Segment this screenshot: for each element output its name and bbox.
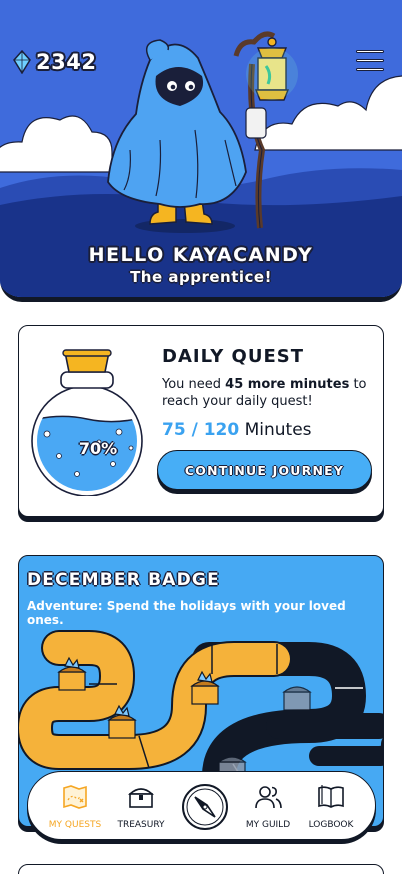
daily-quest-progress: 75 / 120 Minutes	[162, 420, 312, 440]
gem-count: 2342	[36, 50, 97, 74]
nav-my-quests[interactable]: MY QUESTS	[48, 772, 102, 841]
bottom-nav: MY QUESTS TREASURY MY GUILD LOGBOOK	[27, 771, 376, 840]
badge-title: DECEMBER BADGE	[27, 570, 220, 590]
continue-journey-button[interactable]: CONTINUE JOURNEY	[157, 450, 372, 490]
book-icon	[318, 785, 344, 808]
chest-icon	[128, 788, 154, 808]
progress-unit: Minutes	[244, 420, 312, 440]
hero-banner: 2342 HELLO KAYACANDY The apprentice!	[0, 0, 402, 302]
gem-icon	[13, 50, 31, 74]
rank-title: The apprentice!	[130, 268, 272, 286]
nav-label: MY GUILD	[245, 820, 291, 830]
potion-percent: 70%	[78, 439, 118, 458]
potion-progress-icon	[31, 349, 143, 496]
nav-treasury[interactable]: TREASURY	[116, 772, 166, 841]
badge-subtitle: Adventure: Spend the holidays with your …	[27, 599, 346, 627]
nav-my-guild[interactable]: MY GUILD	[242, 772, 294, 841]
daily-quest-description: You need 45 more minutes to reach your d…	[162, 376, 372, 410]
next-card	[18, 864, 384, 874]
hamburger-menu-button[interactable]	[354, 48, 386, 74]
desc-prefix: You need	[162, 377, 226, 392]
hamburger-menu-icon	[356, 50, 384, 53]
greeting-text: HELLO KAYACANDY	[88, 244, 314, 266]
home-screen: 2342 HELLO KAYACANDY The apprentice! 70%…	[0, 0, 402, 874]
menu-line	[356, 59, 384, 62]
greeting-block: HELLO KAYACANDY The apprentice!	[0, 244, 402, 286]
treasure-map-icon	[63, 785, 87, 809]
guild-people-icon	[255, 786, 282, 809]
compass-icon[interactable]	[181, 783, 229, 831]
progress-numbers: 75 / 120	[162, 420, 240, 440]
desc-minutes-left: 45 more minutes	[225, 377, 350, 392]
nav-label: MY QUESTS	[48, 820, 102, 830]
menu-line	[356, 68, 384, 71]
daily-quest-title: DAILY QUEST	[162, 346, 304, 367]
continue-journey-label: CONTINUE JOURNEY	[184, 462, 345, 478]
nav-logbook[interactable]: LOGBOOK	[308, 772, 354, 841]
nav-label: TREASURY	[117, 820, 165, 830]
nav-label: LOGBOOK	[308, 820, 354, 830]
gem-balance[interactable]: 2342	[12, 50, 96, 74]
daily-quest-card: 70% DAILY QUEST You need 45 more minutes…	[18, 325, 384, 517]
